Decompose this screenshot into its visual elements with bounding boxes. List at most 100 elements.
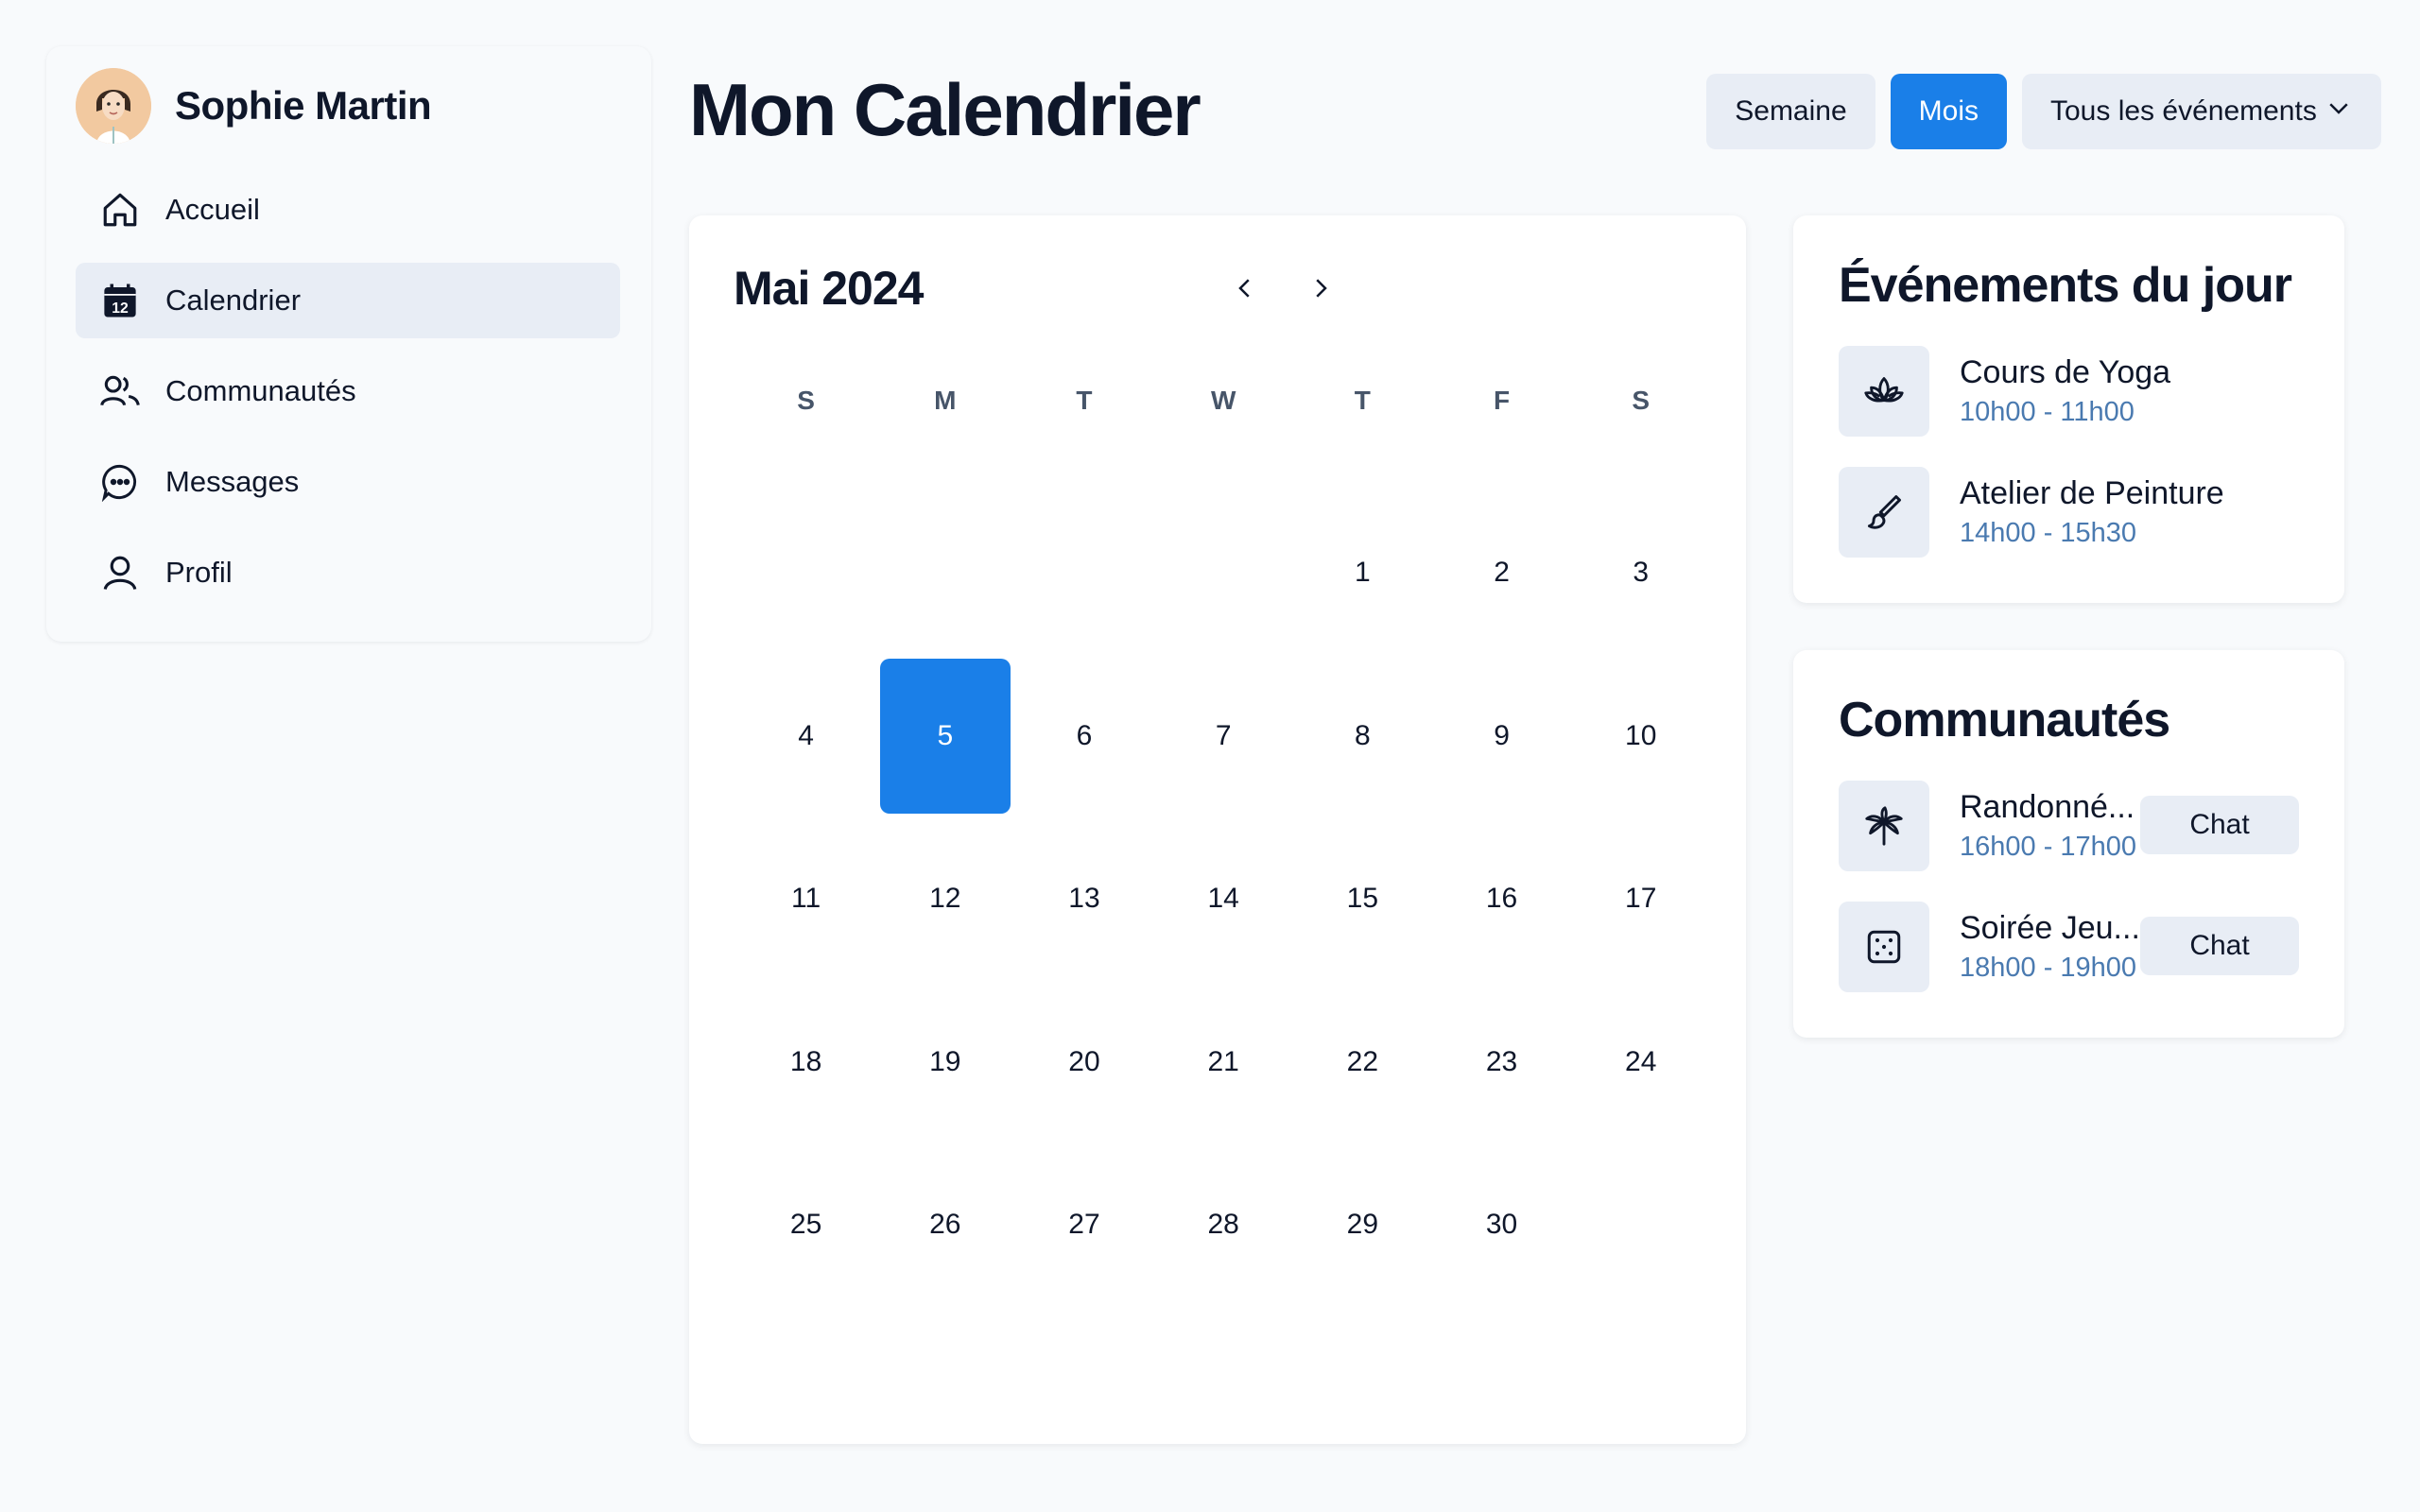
- user-name: Sophie Martin: [175, 83, 432, 128]
- calendar-day-number: 27: [1068, 1209, 1100, 1241]
- calendar-day[interactable]: 14: [1154, 817, 1293, 981]
- message-icon: [98, 460, 142, 504]
- calendar-day[interactable]: 9: [1432, 655, 1571, 818]
- calendar-day-number: 12: [929, 883, 961, 915]
- community-time: 16h00 - 17h00: [1960, 832, 2137, 862]
- calendar-day-number: 11: [791, 883, 821, 915]
- calendar-day-number: 6: [1076, 719, 1093, 751]
- sidebar-item-profil[interactable]: Profil: [76, 535, 620, 610]
- calendar-day[interactable]: 12: [875, 817, 1014, 981]
- calendar-day[interactable]: 25: [736, 1143, 875, 1307]
- week-view-button[interactable]: Semaine: [1706, 74, 1876, 149]
- today-events-card: Événements du jour Cours de Yoga 10h00 -…: [1793, 215, 2344, 603]
- chat-button[interactable]: Chat: [2140, 796, 2299, 854]
- calendar-day[interactable]: 23: [1432, 981, 1571, 1144]
- calendar-day-number: 21: [1207, 1045, 1239, 1077]
- calendar-icon: 12: [98, 279, 142, 322]
- sidebar-item-calendrier[interactable]: 12 Calendrier: [76, 263, 620, 338]
- sidebar: Sophie Martin Accueil 12 Calendrier Comm…: [46, 46, 651, 642]
- calendar-day[interactable]: 6: [1014, 655, 1153, 818]
- sidebar-item-communautes[interactable]: Communautés: [76, 353, 620, 429]
- previous-month-button[interactable]: [1221, 265, 1269, 312]
- calendar-day-number: 17: [1625, 883, 1657, 915]
- calendar-day-number: 26: [929, 1209, 961, 1241]
- calendar-day[interactable]: 28: [1154, 1143, 1293, 1307]
- calendar-day[interactable]: 10: [1571, 655, 1710, 818]
- calendar-day-number: 9: [1494, 719, 1510, 751]
- calendar-day-number: 15: [1346, 883, 1379, 915]
- calendar-day-number: 7: [1215, 719, 1232, 751]
- event-filter-select[interactable]: Tous les événements: [2022, 74, 2381, 149]
- chevron-down-icon: [2325, 94, 2353, 129]
- calendar-month-label: Mai 2024: [734, 262, 924, 315]
- calendar-day[interactable]: 20: [1014, 981, 1153, 1144]
- calendar-day[interactable]: 24: [1571, 981, 1710, 1144]
- calendar-day-number: 20: [1068, 1045, 1100, 1077]
- calendar-day-number: 30: [1485, 1209, 1518, 1241]
- event-time: 14h00 - 15h30: [1960, 518, 2137, 548]
- calendar-day[interactable]: 15: [1293, 817, 1432, 981]
- communities-title: Communautés: [1839, 693, 2170, 747]
- paintbrush-icon: [1839, 467, 1929, 558]
- calendar-empty-cell: [1154, 491, 1293, 655]
- month-view-button[interactable]: Mois: [1890, 74, 2007, 149]
- calendar-day[interactable]: 22: [1293, 981, 1432, 1144]
- user-profile[interactable]: Sophie Martin: [76, 68, 432, 144]
- weekday-label: T: [1076, 386, 1093, 415]
- calendar-day-number: 22: [1346, 1045, 1379, 1077]
- calendar-day[interactable]: 2: [1432, 491, 1571, 655]
- calendar-day[interactable]: 16: [1432, 817, 1571, 981]
- calendar-day[interactable]: 19: [875, 981, 1014, 1144]
- calendar-empty-cell: [1571, 1143, 1710, 1307]
- calendar-day[interactable]: 26: [875, 1143, 1014, 1307]
- community-time: 18h00 - 19h00: [1960, 953, 2137, 983]
- view-controls: Semaine Mois Tous les événements: [1706, 74, 2381, 149]
- calendar-day-number: 4: [798, 719, 814, 751]
- calendar-day-number: 8: [1355, 719, 1371, 751]
- chevron-left-icon: [1238, 279, 1250, 298]
- event-time: 10h00 - 11h00: [1960, 397, 2135, 427]
- calendar-day[interactable]: 3: [1571, 491, 1710, 655]
- calendar-icon-badge: 12: [112, 301, 129, 317]
- calendar-day[interactable]: 29: [1293, 1143, 1432, 1307]
- month-calendar: Mai 2024 S M T W T F S 1 2 3 4 5 6 7 8 9 10 11 12 13…: [689, 215, 1746, 1444]
- calendar-day[interactable]: 17: [1571, 817, 1710, 981]
- calendar-empty-cell: [875, 491, 1014, 655]
- sidebar-item-label: Messages: [165, 465, 300, 498]
- calendar-day[interactable]: 11: [736, 817, 875, 981]
- calendar-empty-cell: [1014, 491, 1153, 655]
- calendar-day[interactable]: 13: [1014, 817, 1153, 981]
- page-title: Mon Calendrier: [689, 68, 1201, 151]
- calendar-day[interactable]: 8: [1293, 655, 1432, 818]
- calendar-day-number: 19: [929, 1045, 961, 1077]
- user-icon: [98, 551, 142, 594]
- sidebar-item-accueil[interactable]: Accueil: [76, 172, 620, 248]
- weekday-label: T: [1354, 386, 1371, 415]
- weekday-label: M: [934, 386, 957, 415]
- weekday-label: F: [1493, 386, 1511, 415]
- calendar-day[interactable]: 1: [1293, 491, 1432, 655]
- calendar-day-number: 18: [789, 1045, 822, 1077]
- calendar-empty-cell: [736, 491, 875, 655]
- next-month-button[interactable]: [1297, 265, 1344, 312]
- weekday-label: S: [1632, 386, 1651, 415]
- sidebar-item-messages[interactable]: Messages: [76, 444, 620, 520]
- avatar: [76, 68, 151, 144]
- calendar-day[interactable]: 4: [736, 655, 875, 818]
- event-item[interactable]: Atelier de Peinture 14h00 - 15h30: [1839, 467, 2311, 558]
- calendar-day[interactable]: 27: [1014, 1143, 1153, 1307]
- weekday-label: W: [1210, 386, 1236, 415]
- calendar-day[interactable]: 18: [736, 981, 875, 1144]
- calendar-day-selected[interactable]: 5: [875, 655, 1014, 818]
- event-filter-label: Tous les événements: [2050, 95, 2317, 127]
- calendar-day-number: 14: [1207, 883, 1239, 915]
- chat-button[interactable]: Chat: [2140, 917, 2299, 975]
- communities-card: Communautés Randonné... 16h00 - 17h00 Ch…: [1793, 650, 2344, 1038]
- event-item[interactable]: Cours de Yoga 10h00 - 11h00: [1839, 346, 2311, 437]
- calendar-day[interactable]: 7: [1154, 655, 1293, 818]
- calendar-day[interactable]: 21: [1154, 981, 1293, 1144]
- users-icon: [98, 369, 142, 413]
- community-name: Soirée Jeu...: [1960, 910, 2140, 946]
- weekday-header: S M T W T F S: [736, 386, 1710, 416]
- calendar-day[interactable]: 30: [1432, 1143, 1571, 1307]
